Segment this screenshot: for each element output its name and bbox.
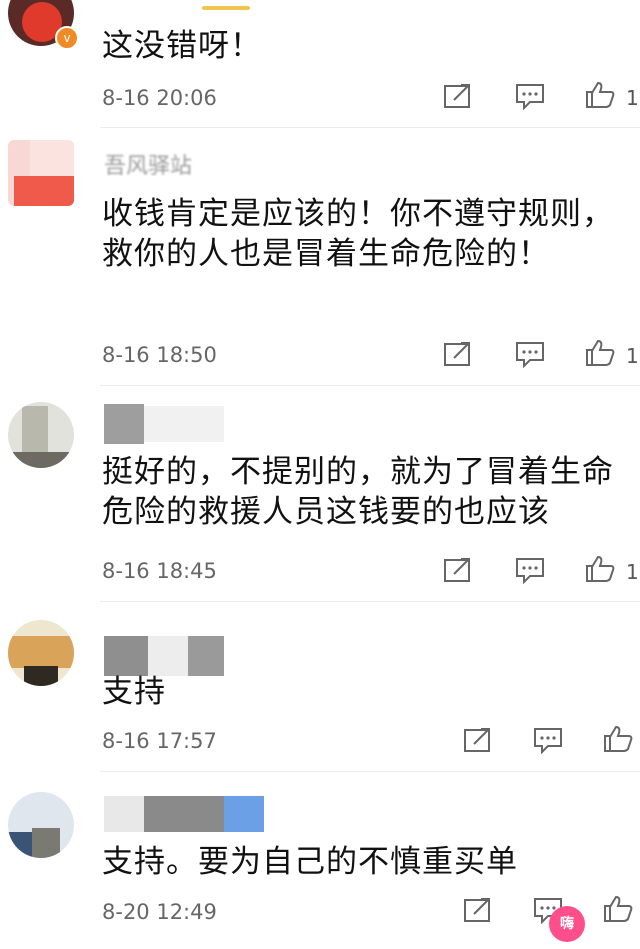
comment-text: 挺好的，不提别的，就为了冒着生命危险的救援人员这钱要的也应该 bbox=[102, 454, 614, 530]
nickname-redaction bbox=[148, 636, 188, 676]
comment-icon[interactable] bbox=[514, 340, 546, 368]
comment-icon[interactable] bbox=[532, 726, 564, 754]
nickname-redaction bbox=[144, 406, 224, 442]
avatar[interactable] bbox=[8, 402, 74, 468]
comment-text: 支持。要为自己的不慎重买单 bbox=[102, 844, 518, 880]
share-icon[interactable] bbox=[442, 340, 474, 368]
comment-divider bbox=[100, 385, 640, 386]
thumbs-up-icon[interactable] bbox=[602, 894, 634, 922]
thumbs-up-icon[interactable] bbox=[584, 338, 616, 366]
like-count: 1 bbox=[626, 86, 639, 110]
comment-text: 这没错呀！ bbox=[102, 28, 262, 64]
nickname-redaction bbox=[104, 404, 144, 444]
nickname-redaction bbox=[188, 636, 224, 676]
comment-time: 8-20 12:49 bbox=[102, 900, 217, 924]
avatar[interactable] bbox=[8, 620, 74, 686]
nickname: 吾风驿站 bbox=[104, 154, 193, 176]
share-icon[interactable] bbox=[442, 82, 474, 110]
nickname-redaction bbox=[224, 796, 264, 832]
comment-text: 支持 bbox=[102, 674, 166, 710]
comment-divider bbox=[100, 771, 640, 772]
share-icon[interactable] bbox=[462, 896, 494, 924]
comment-divider bbox=[100, 127, 640, 128]
avatar[interactable] bbox=[8, 140, 74, 206]
comment-time: 8-16 20:06 bbox=[102, 86, 217, 110]
share-icon[interactable] bbox=[462, 726, 494, 754]
comment-time: 8-16 18:50 bbox=[102, 343, 217, 367]
comment-text: 收钱肯定是应该的！你不遵守规则，救你的人也是冒着生命危险的！ bbox=[102, 196, 614, 272]
comment-icon[interactable] bbox=[514, 556, 546, 584]
thumbs-up-icon[interactable] bbox=[602, 724, 634, 752]
comment-divider bbox=[100, 601, 640, 602]
watermark-logo: 嗨 bbox=[549, 906, 585, 942]
avatar[interactable] bbox=[8, 792, 74, 858]
like-count: 1 bbox=[626, 560, 639, 584]
like-count: 1 bbox=[626, 344, 639, 368]
nickname-redaction bbox=[104, 636, 148, 676]
verified-badge-icon: v bbox=[55, 26, 79, 50]
thumbs-up-icon[interactable] bbox=[584, 554, 616, 582]
top-scroll-indicator bbox=[202, 6, 250, 10]
share-icon[interactable] bbox=[442, 556, 474, 584]
nickname-redaction bbox=[144, 796, 224, 832]
thumbs-up-icon[interactable] bbox=[584, 80, 616, 108]
comment-time: 8-16 17:57 bbox=[102, 729, 217, 753]
nickname-redaction bbox=[104, 796, 144, 832]
comment-icon[interactable] bbox=[514, 82, 546, 110]
comment-time: 8-16 18:45 bbox=[102, 559, 217, 583]
